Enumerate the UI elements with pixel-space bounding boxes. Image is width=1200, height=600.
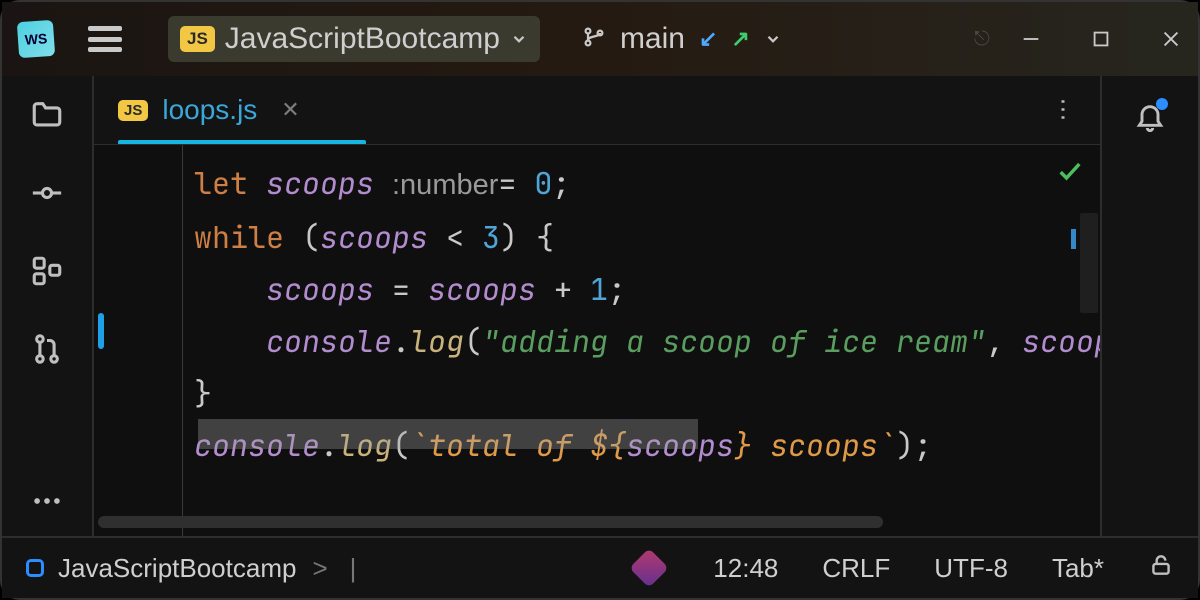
notification-badge: [1156, 98, 1168, 110]
tab-filename: loops.js: [162, 94, 257, 126]
chevron-down-icon: [510, 30, 528, 48]
tab-options-button[interactable]: ⋯: [1049, 97, 1078, 123]
app-icon: WS: [17, 20, 55, 58]
main-area: JS loops.js ✕ ⋯ let scoops :number= 0; w…: [2, 76, 1198, 536]
project-name: JavaScriptBootcamp: [225, 22, 500, 56]
gutter-line: [182, 145, 183, 536]
js-icon: JS: [180, 26, 215, 52]
commit-tool-button[interactable]: [30, 176, 64, 210]
tool-sidebar-right: [1102, 76, 1198, 536]
error-stripe-mark[interactable]: [1071, 229, 1076, 249]
main-menu-button[interactable]: [88, 26, 122, 52]
editor-column: JS loops.js ✕ ⋯ let scoops :number= 0; w…: [94, 76, 1102, 536]
toolbar-faded-icon[interactable]: ⎋: [974, 28, 996, 51]
readonly-toggle-icon[interactable]: [1148, 552, 1174, 585]
file-encoding[interactable]: UTF-8: [934, 553, 1008, 584]
chevron-down-icon[interactable]: [764, 30, 782, 48]
tool-sidebar-left: [2, 76, 94, 536]
minimize-button[interactable]: [1020, 28, 1042, 50]
breadcrumb-separator: >: [312, 553, 327, 584]
indent-settings[interactable]: Tab*: [1052, 553, 1104, 584]
ai-assistant-icon[interactable]: [629, 548, 669, 588]
project-selector[interactable]: JS JavaScriptBootcamp: [168, 16, 540, 62]
window-controls: [1020, 28, 1182, 50]
branch-name: main: [620, 22, 685, 56]
project-tool-button[interactable]: [30, 98, 64, 132]
pull-requests-tool-button[interactable]: [30, 332, 64, 366]
close-tab-button[interactable]: ✕: [281, 97, 299, 123]
project-status-icon[interactable]: [26, 559, 44, 577]
close-button[interactable]: [1160, 28, 1182, 50]
structure-tool-button[interactable]: [30, 254, 64, 288]
line-separator[interactable]: CRLF: [822, 553, 890, 584]
editor-tab[interactable]: JS loops.js ✕: [118, 76, 300, 144]
more-tools-button[interactable]: [30, 484, 64, 518]
vcs-branch-widget[interactable]: main ↙ ↗: [582, 22, 782, 56]
scrollbar-horizontal[interactable]: [94, 516, 1100, 532]
inspection-ok-icon[interactable]: [1056, 157, 1084, 190]
code-editor[interactable]: let scoops :number= 0; while (scoops < 3…: [94, 144, 1100, 536]
change-marker: [98, 313, 104, 349]
notifications-button[interactable]: [1134, 100, 1166, 137]
js-icon: JS: [118, 100, 148, 121]
branch-icon: [582, 25, 606, 54]
incoming-changes-icon[interactable]: ↙: [699, 26, 717, 52]
navigation-breadcrumb[interactable]: JavaScriptBootcamp > |: [58, 553, 362, 584]
breadcrumb-root[interactable]: JavaScriptBootcamp: [58, 553, 296, 584]
caret-position[interactable]: 12:48: [713, 553, 778, 584]
maximize-button[interactable]: [1090, 28, 1112, 50]
status-bar: JavaScriptBootcamp > | 12:48 CRLF UTF-8 …: [2, 536, 1198, 598]
text-selection: [198, 419, 698, 449]
editor-tab-bar: JS loops.js ✕ ⋯: [94, 76, 1100, 144]
scrollbar-vertical[interactable]: [1080, 213, 1098, 313]
titlebar: WS JS JavaScriptBootcamp main ↙ ↗ ⎋: [2, 2, 1198, 76]
outgoing-changes-icon[interactable]: ↗: [731, 26, 749, 52]
breadcrumb-caret: |: [350, 553, 357, 584]
scrollbar-thumb[interactable]: [98, 516, 883, 528]
